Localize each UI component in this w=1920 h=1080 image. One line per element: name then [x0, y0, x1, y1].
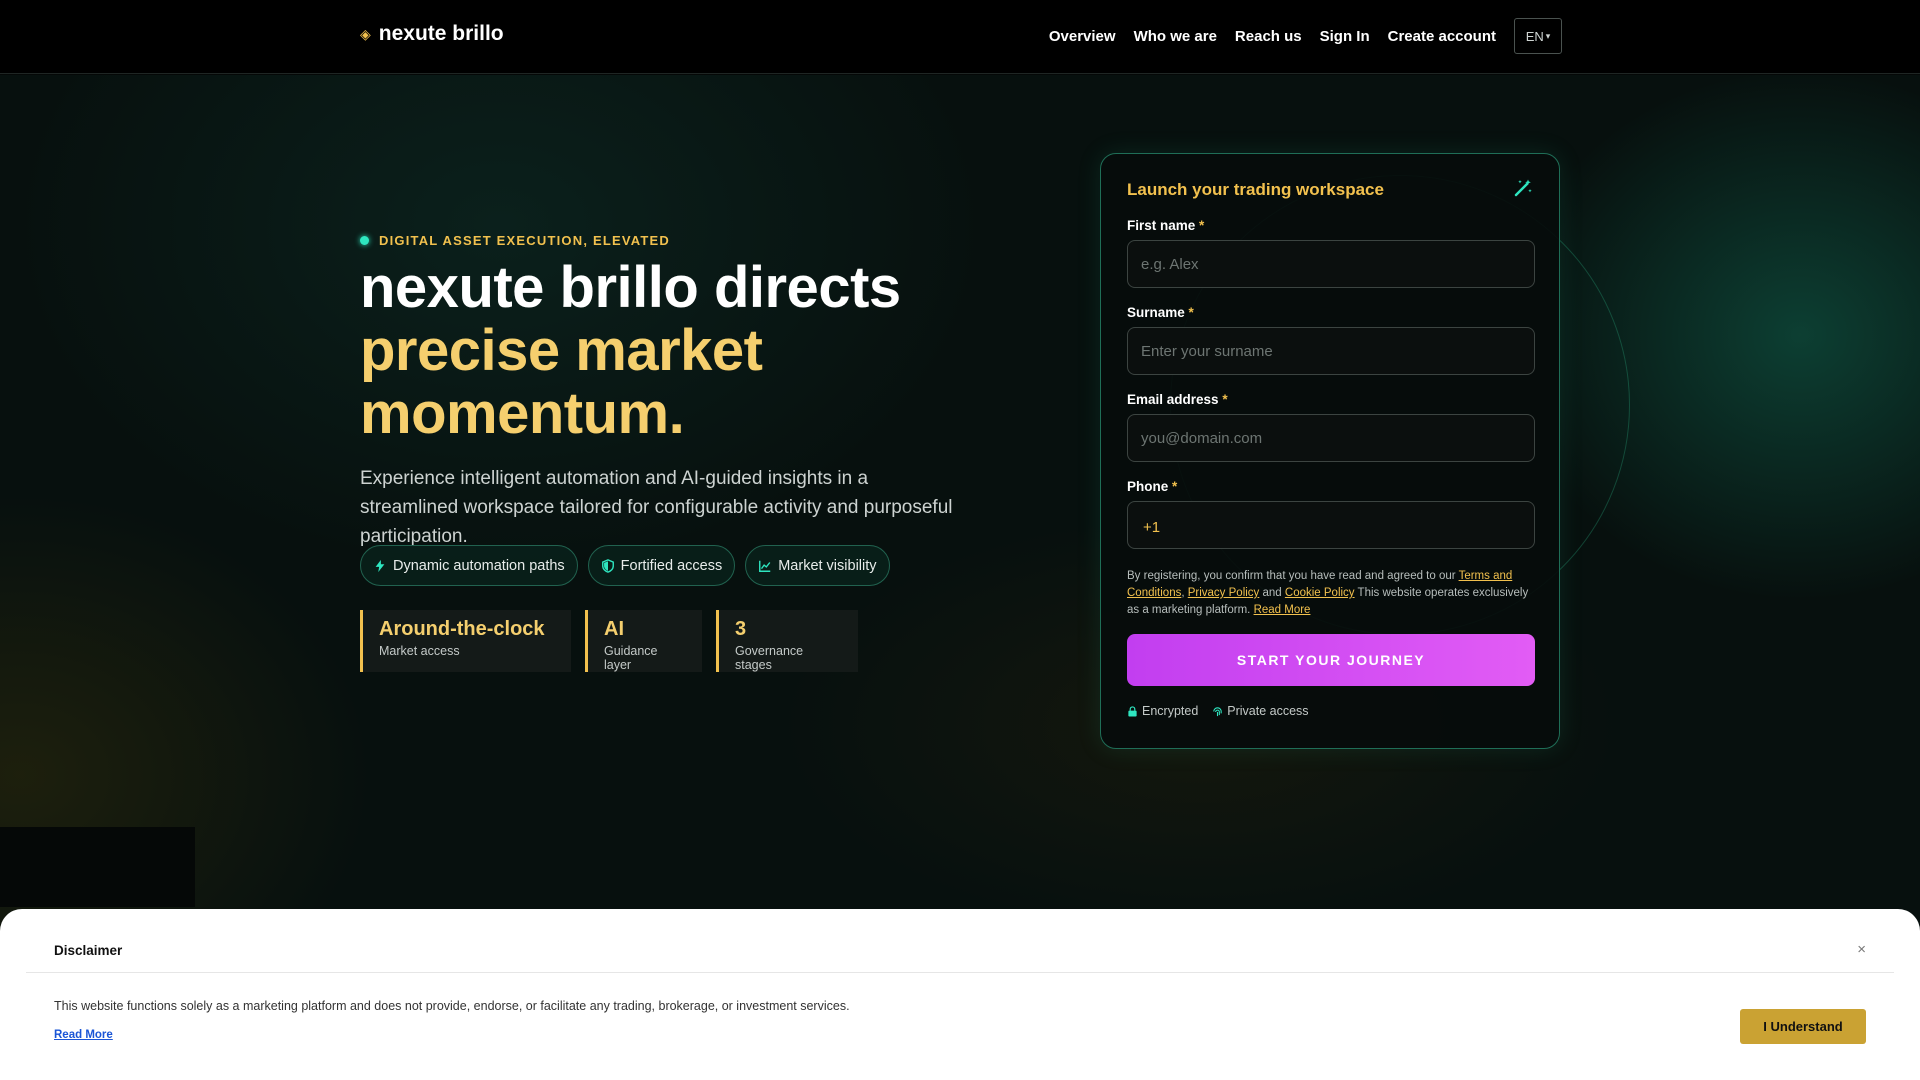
hero-headline: nexute brillo directs precise market mom… [360, 256, 1000, 445]
surname-label: Surname * [1127, 305, 1194, 320]
phone-label-text: Phone [1127, 479, 1169, 494]
main-nav: Overview Who we are Reach us Sign In Cre… [1049, 18, 1562, 54]
stat-value: Around-the-clock [379, 618, 545, 640]
nav-overview[interactable]: Overview [1049, 28, 1116, 45]
feature-chip: Fortified access [587, 545, 736, 586]
headline-line-2: precise market [360, 318, 763, 383]
disclaimer-title: Disclaimer [54, 943, 123, 958]
start-journey-button[interactable]: START YOUR JOURNEY [1127, 634, 1535, 686]
surname-input[interactable] [1127, 327, 1535, 375]
feature-chip: Dynamic automation paths [360, 545, 578, 586]
diamond-icon: ◈ [360, 25, 371, 42]
nav-who-we-are[interactable]: Who we are [1134, 28, 1217, 45]
form-title: Launch your trading workspace [1127, 180, 1384, 199]
consent-and: and [1259, 587, 1285, 599]
status-dot-icon [360, 236, 369, 245]
email-label-text: Email address [1127, 392, 1219, 407]
chip-label: Fortified access [620, 557, 723, 574]
registration-form: Launch your trading workspace First name… [1100, 153, 1560, 749]
hero-eyebrow: DIGITAL ASSET EXECUTION, ELEVATED [360, 233, 670, 248]
consent-prefix: By registering, you confirm that you hav… [1127, 570, 1459, 582]
chevron-down-icon: ▾ [1545, 30, 1551, 41]
bolt-icon [375, 559, 385, 572]
disclaimer-banner: Disclaimer × This website functions sole… [0, 909, 1920, 1080]
feature-chip: Market visibility [745, 545, 890, 586]
headline-line-3: momentum. [360, 381, 685, 446]
stats-row: Around-the-clock Market access AI Guidan… [360, 610, 858, 672]
stat-label: Market access [379, 644, 460, 658]
security-badges: Encrypted Private access [1127, 704, 1309, 718]
first-name-label: First name * [1127, 218, 1204, 233]
email-input[interactable] [1127, 414, 1535, 462]
hero-lead: Experience intelligent automation and AI… [360, 468, 953, 547]
stat-card: Around-the-clock Market access [360, 610, 571, 672]
chart-icon [759, 560, 771, 572]
eyebrow-text: DIGITAL ASSET EXECUTION, ELEVATED [379, 233, 670, 248]
hero-edge [0, 827, 195, 907]
language-value: EN [1525, 28, 1544, 44]
stat-card: 3 Governance stages [716, 610, 858, 672]
private-access-badge: Private access [1212, 704, 1309, 718]
nav-reach-us[interactable]: Reach us [1235, 28, 1302, 45]
chip-label: Dynamic automation paths [393, 557, 565, 574]
headline-line-1: nexute brillo directs [360, 255, 901, 320]
first-name-label-text: First name [1127, 218, 1196, 233]
required-mark: * [1188, 305, 1194, 320]
language-selector[interactable]: EN ▾ [1514, 18, 1562, 54]
magic-wand-icon [1514, 179, 1532, 197]
i-understand-button[interactable]: I Understand [1740, 1009, 1866, 1044]
read-more-link[interactable]: Read More [1254, 604, 1311, 616]
fingerprint-icon [1213, 706, 1222, 716]
brand-name: nexute brillo [378, 22, 504, 45]
private-access-text: Private access [1227, 704, 1309, 718]
surname-label-text: Surname [1127, 305, 1185, 320]
consent-text: By registering, you confirm that you hav… [1127, 568, 1537, 619]
required-mark: * [1172, 479, 1178, 494]
encrypted-text: Encrypted [1142, 704, 1199, 718]
first-name-input[interactable] [1127, 240, 1535, 288]
feature-chips: Dynamic automation paths Fortified acces… [360, 545, 890, 586]
stat-card: AI Guidance layer [585, 610, 702, 672]
chip-label: Market visibility [778, 557, 877, 574]
email-label: Email address * [1127, 392, 1228, 407]
required-mark: * [1222, 392, 1228, 407]
disclaimer-read-more-link[interactable]: Read More [54, 1029, 113, 1041]
stat-label: Guidance layer [604, 644, 658, 672]
stat-value: AI [604, 618, 624, 640]
encrypted-badge: Encrypted [1127, 704, 1198, 718]
lock-icon [1128, 705, 1137, 717]
nav-create-account[interactable]: Create account [1388, 28, 1496, 45]
required-mark: * [1199, 218, 1205, 233]
stat-value: 3 [735, 618, 747, 640]
phone-label: Phone * [1127, 479, 1177, 494]
privacy-link[interactable]: Privacy Policy [1188, 587, 1260, 599]
brand-logo[interactable]: ◈ nexute brillo [360, 22, 504, 46]
site-header: ◈ nexute brillo Overview Who we are Reac… [0, 0, 1920, 74]
disclaimer-text: This website functions solely as a marke… [54, 999, 850, 1013]
shield-icon [601, 558, 614, 573]
nav-sign-in[interactable]: Sign In [1320, 28, 1370, 45]
cookie-link[interactable]: Cookie Policy [1285, 587, 1355, 599]
close-icon[interactable]: × [1857, 941, 1866, 958]
phone-input[interactable] [1127, 501, 1535, 549]
stat-label: Governance stages [735, 644, 804, 672]
disclaimer-divider [26, 972, 1894, 973]
phone-country-code[interactable]: +1 [1143, 519, 1160, 536]
